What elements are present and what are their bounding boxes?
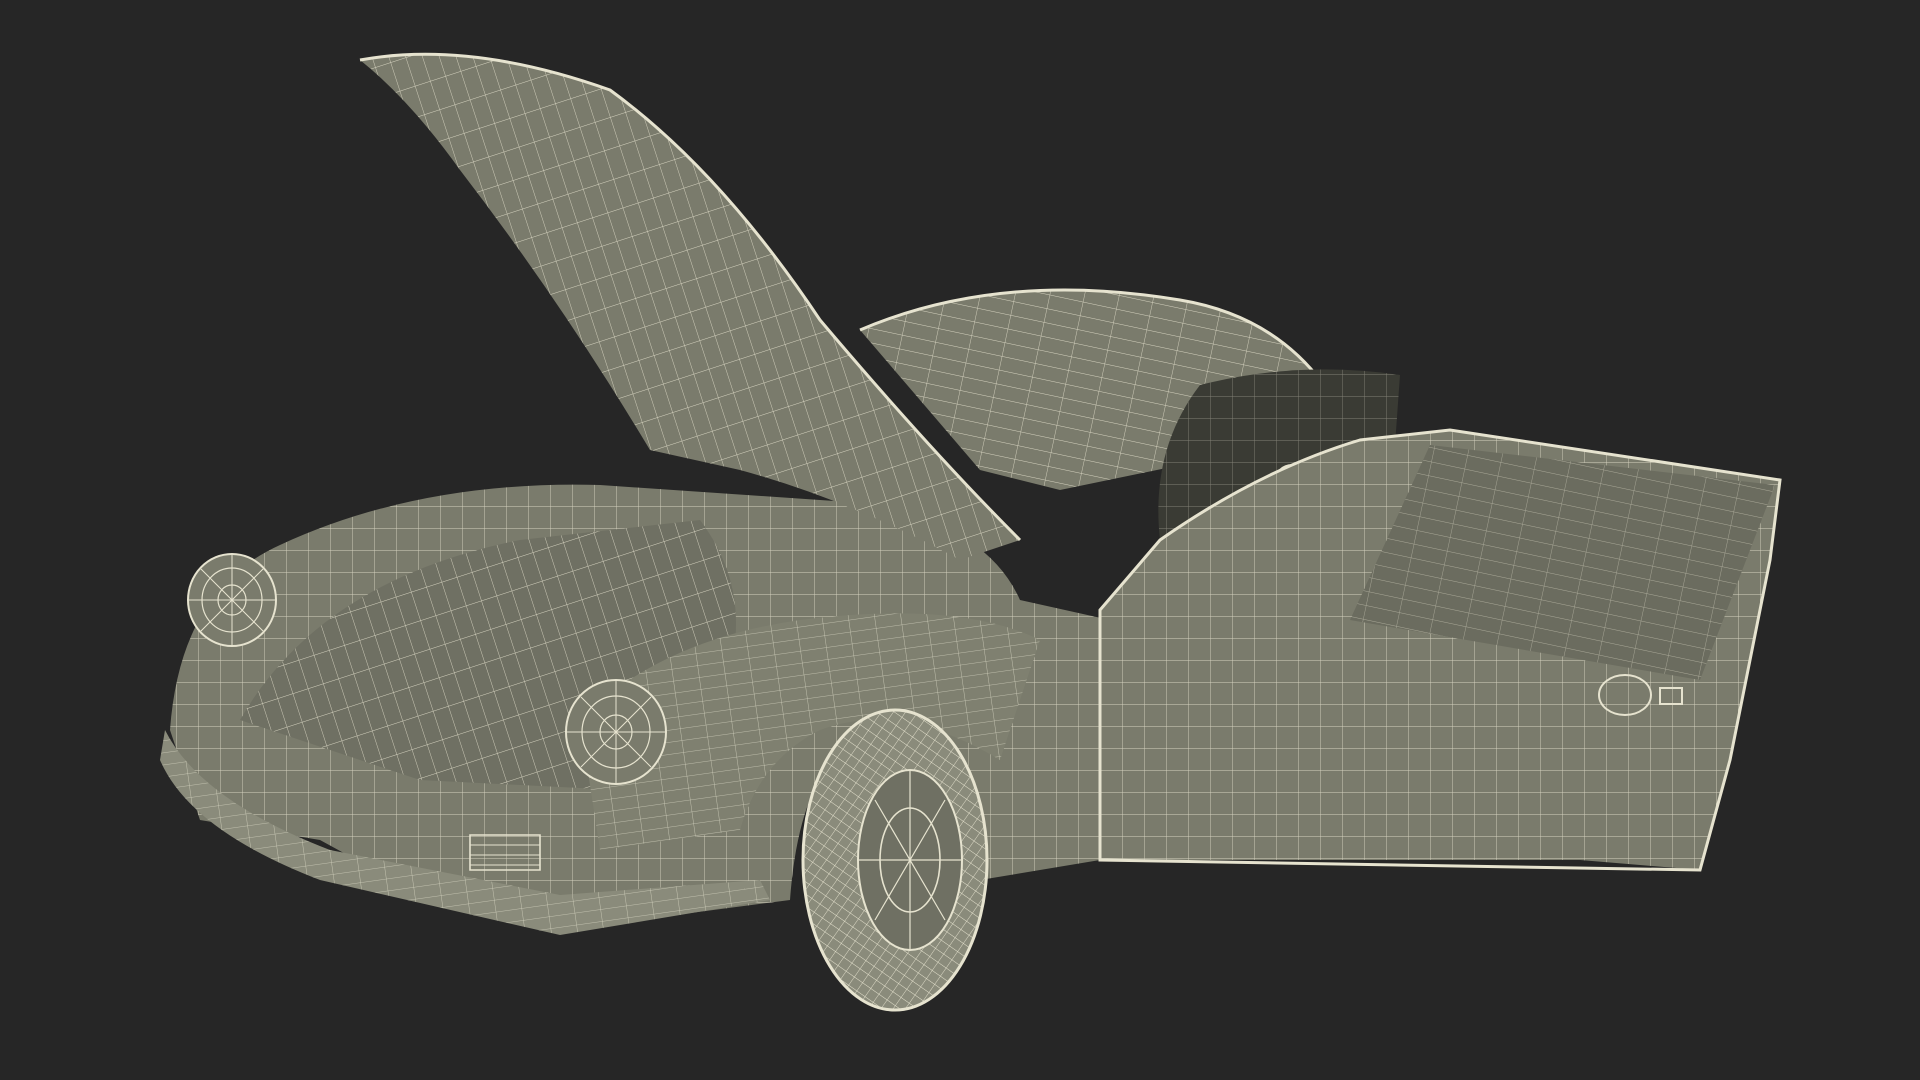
left-headlight (187, 553, 277, 647)
front-wheel (801, 708, 989, 1012)
right-headlight (565, 679, 667, 785)
wireframe-car-render (160, 52, 1782, 1012)
viewport (0, 0, 1920, 1080)
